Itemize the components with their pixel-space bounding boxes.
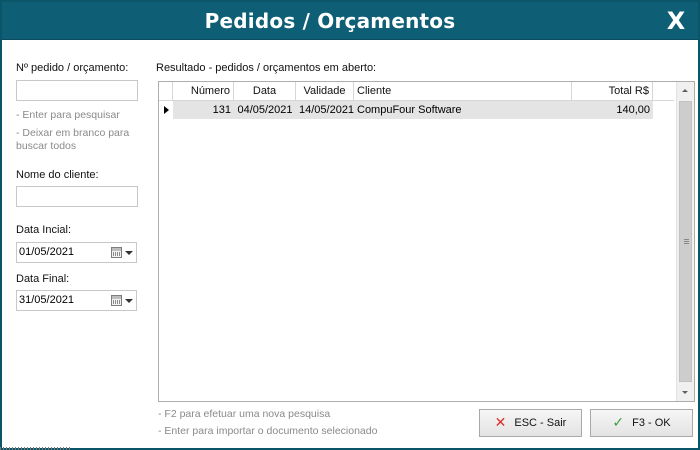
order-number-input[interactable]: [16, 80, 138, 101]
cell-validade: 14/05/2021: [299, 104, 354, 116]
hint-enter-search: - Enter para pesquisar: [16, 109, 120, 121]
f3-ok-button[interactable]: ✓ F3 - OK: [590, 409, 693, 437]
row-indicator-header: [159, 82, 173, 101]
esc-exit-label: ESC - Sair: [514, 417, 567, 429]
close-icon: ✕: [494, 415, 507, 431]
esc-exit-button[interactable]: ✕ ESC - Sair: [479, 409, 582, 437]
column-header-validade[interactable]: Validade: [296, 82, 354, 101]
order-number-label: Nº pedido / orçamento:: [16, 62, 129, 74]
end-date-label: Data Final:: [16, 273, 70, 285]
hint-f2-new-search: - F2 para efetuar uma nova pesquisa: [158, 408, 331, 420]
column-header-numero[interactable]: Número: [173, 82, 234, 101]
cell-cliente: CompuFour Software: [357, 104, 462, 116]
chevron-down-icon[interactable]: [125, 251, 133, 255]
cell-total: 140,00: [616, 104, 650, 116]
calendar-icon[interactable]: [111, 295, 122, 306]
scroll-up-icon[interactable]: [677, 82, 694, 99]
grip-icon: [684, 239, 689, 244]
grid-header: Número Data Validade Cliente Total R$: [159, 82, 674, 101]
vertical-scrollbar[interactable]: [676, 82, 694, 401]
column-header-data[interactable]: Data: [234, 82, 296, 101]
title-bar: Pedidos / Orçamentos X: [2, 2, 698, 40]
start-date-label: Data Incial:: [16, 224, 72, 236]
table-row[interactable]: 131 04/05/2021 14/05/2021 CompuFour Soft…: [159, 101, 653, 119]
results-grid[interactable]: Número Data Validade Cliente Total R$ 13…: [158, 81, 695, 402]
scroll-down-icon[interactable]: [677, 384, 694, 401]
client-name-input[interactable]: [16, 186, 138, 207]
cell-numero: 131: [212, 104, 231, 116]
end-date-picker[interactable]: 31/05/2021: [16, 290, 137, 311]
results-label: Resultado - pedidos / orçamentos em aber…: [156, 62, 377, 74]
client-name-label: Nome do cliente:: [16, 169, 99, 181]
end-date-value: 31/05/2021: [19, 294, 75, 306]
hint-enter-import: - Enter para importar o documento seleci…: [158, 425, 378, 437]
f3-ok-label: F3 - OK: [632, 417, 671, 429]
start-date-picker[interactable]: 01/05/2021: [16, 242, 137, 263]
start-date-value: 01/05/2021: [19, 246, 75, 258]
check-icon: ✓: [612, 415, 625, 431]
cell-data: 04/05/2021: [237, 104, 293, 116]
column-header-cliente[interactable]: Cliente: [354, 82, 572, 101]
calendar-icon[interactable]: [111, 247, 122, 258]
window-title: Pedidos / Orçamentos: [204, 9, 456, 33]
current-row-arrow-icon: [159, 101, 173, 119]
scrollbar-thumb[interactable]: [679, 101, 692, 382]
orders-quotes-window: Pedidos / Orçamentos X Nº pedido / orçam…: [0, 0, 700, 450]
column-header-total[interactable]: Total R$: [572, 82, 653, 101]
close-icon[interactable]: X: [660, 5, 692, 37]
hint-leave-blank: - Deixar em branco para buscar todos: [16, 127, 130, 152]
chevron-down-icon[interactable]: [125, 299, 133, 303]
